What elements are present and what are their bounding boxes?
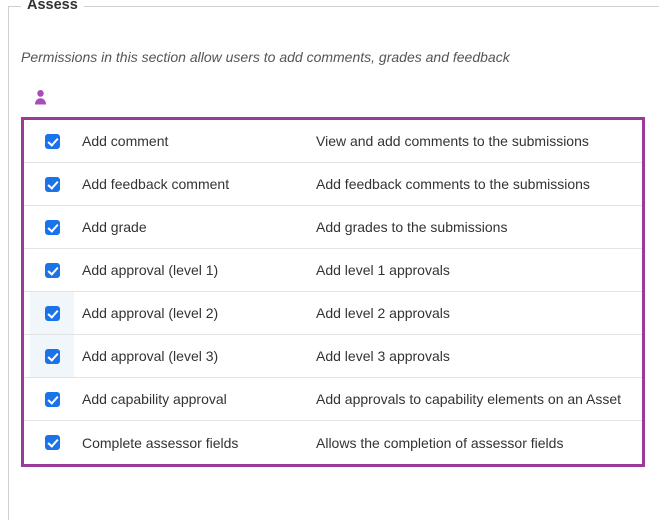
permissions-table: Add commentView and add comments to the … xyxy=(21,117,645,467)
table-row: Add approval (level 1)Add level 1 approv… xyxy=(24,249,642,292)
permission-description: Add approvals to capability elements on … xyxy=(312,391,636,407)
permission-name: Add capability approval xyxy=(74,391,312,407)
permission-checkbox[interactable] xyxy=(45,435,60,450)
checkbox-cell xyxy=(30,435,74,450)
permission-checkbox[interactable] xyxy=(45,349,60,364)
permission-checkbox[interactable] xyxy=(45,177,60,192)
permission-name: Add comment xyxy=(74,133,312,149)
permission-name: Add feedback comment xyxy=(74,176,312,192)
permission-description: Add level 1 approvals xyxy=(312,262,636,278)
permission-checkbox[interactable] xyxy=(45,392,60,407)
checkbox-cell xyxy=(30,134,74,149)
permission-description: Add grades to the submissions xyxy=(312,219,636,235)
permission-description: Allows the completion of assessor fields xyxy=(312,435,636,451)
assess-section: Assess Permissions in this section allow… xyxy=(8,6,659,520)
permission-description: Add level 2 approvals xyxy=(312,305,636,321)
table-row: Add capability approvalAdd approvals to … xyxy=(24,378,642,421)
checkbox-cell xyxy=(30,263,74,278)
section-title: Assess xyxy=(21,0,84,13)
permission-name: Add grade xyxy=(74,219,312,235)
checkbox-cell xyxy=(30,177,74,192)
permission-description: Add level 3 approvals xyxy=(312,348,636,364)
role-column-header xyxy=(33,89,649,105)
checkbox-cell xyxy=(30,392,74,407)
section-description: Permissions in this section allow users … xyxy=(21,49,649,65)
permission-name: Add approval (level 3) xyxy=(74,348,312,364)
table-row: Complete assessor fieldsAllows the compl… xyxy=(24,421,642,464)
table-row: Add approval (level 3)Add level 3 approv… xyxy=(24,335,642,378)
checkbox-cell xyxy=(30,292,74,334)
checkbox-cell xyxy=(30,335,74,377)
permission-checkbox[interactable] xyxy=(45,306,60,321)
permission-checkbox[interactable] xyxy=(45,263,60,278)
user-role-icon xyxy=(33,89,649,105)
table-row: Add approval (level 2)Add level 2 approv… xyxy=(24,292,642,335)
table-row: Add gradeAdd grades to the submissions xyxy=(24,206,642,249)
permission-name: Add approval (level 2) xyxy=(74,305,312,321)
permission-checkbox[interactable] xyxy=(45,134,60,149)
table-row: Add feedback commentAdd feedback comment… xyxy=(24,163,642,206)
table-row: Add commentView and add comments to the … xyxy=(24,120,642,163)
checkbox-cell xyxy=(30,220,74,235)
permission-description: Add feedback comments to the submissions xyxy=(312,176,636,192)
permission-description: View and add comments to the submissions xyxy=(312,133,636,149)
permission-name: Add approval (level 1) xyxy=(74,262,312,278)
permission-checkbox[interactable] xyxy=(45,220,60,235)
permission-name: Complete assessor fields xyxy=(74,435,312,451)
